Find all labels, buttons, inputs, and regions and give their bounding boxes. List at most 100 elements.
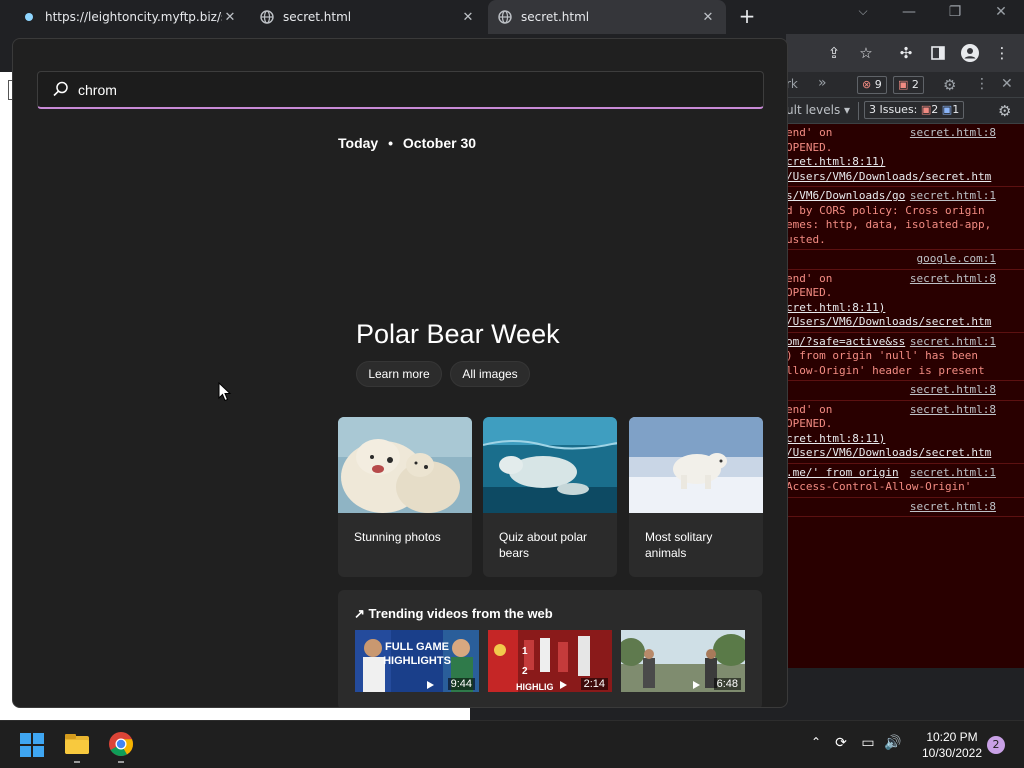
console-link[interactable]: /Users/VM6/Downloads/secret.htm <box>786 315 991 330</box>
all-images-button[interactable]: All images <box>450 361 530 387</box>
close-window-button[interactable]: ✕ <box>986 4 1016 20</box>
log-levels-dropdown[interactable]: ult levels ▾ <box>786 103 850 117</box>
console-link[interactable]: .me/' from origin <box>786 466 899 481</box>
notification-badge[interactable]: 2 <box>987 736 1005 754</box>
console-entry: s/VM6/Downloads/go secret.html:1 d by CORS… <box>786 187 1024 250</box>
console-source-link[interactable]: secret.html:8 <box>905 126 996 141</box>
trending-title-text: Trending videos from the web <box>368 606 553 621</box>
tab-title: https://leightoncity.myftp.biz/sec <box>45 10 222 24</box>
console-line: om/?safe=active&ss secret.html:1 <box>786 334 1024 350</box>
tab-secret-1[interactable]: secret.html ✕ <box>250 0 486 34</box>
console-line: google.com:1 <box>786 252 1024 267</box>
console-text: usted. <box>786 232 826 246</box>
console-text: ) from origin 'null' has been <box>786 349 979 362</box>
video-thumbnail[interactable]: 6:48 <box>621 630 745 692</box>
console-link[interactable]: /Users/VM6/Downloads/secret.htm <box>786 446 991 461</box>
console-link[interactable]: cret.html:8:11) <box>786 301 885 316</box>
console-line: secret.html:8 <box>786 383 1024 398</box>
console-source-link[interactable]: secret.html:8 <box>905 271 996 286</box>
console-line: secret.html:8 <box>786 499 1024 514</box>
console-line: end' on secret.html:8 <box>786 126 1024 141</box>
console-line: cret.html:8:11) <box>786 432 1024 447</box>
close-devtools-icon[interactable]: ✕ <box>1001 76 1013 92</box>
console-text: OPENED. <box>786 417 833 430</box>
video-duration: 9:44 <box>447 678 475 690</box>
search-box[interactable] <box>37 71 764 109</box>
menu-icon[interactable]: ⋮ <box>992 43 1012 63</box>
sync-status-icon[interactable]: ⟳ <box>831 735 851 751</box>
sidepanel-icon[interactable] <box>928 43 948 63</box>
console-source-link[interactable]: secret.html:1 <box>905 465 996 480</box>
console-line: end' on secret.html:8 <box>786 402 1024 417</box>
console-source-link[interactable]: secret.html:1 <box>905 189 996 204</box>
search-input[interactable] <box>78 78 728 102</box>
console-source-link[interactable]: secret.html:8 <box>905 402 996 417</box>
warning-count-badge[interactable]: ▣ 2 <box>893 76 924 94</box>
video-thumbnail[interactable]: 1 2 HIGHLIG 2:14 <box>488 630 612 692</box>
console-line: emes: http, data, isolated-app, <box>786 218 1024 233</box>
profile-icon[interactable] <box>960 43 980 63</box>
headline: Polar Bear Week <box>356 319 560 349</box>
volume-icon[interactable]: 🔊 <box>883 735 903 751</box>
more-tabs-button[interactable]: » <box>818 75 827 91</box>
close-tab-icon[interactable]: ✕ <box>460 10 476 25</box>
start-menu: Today • October 30 Polar Bear Week Learn… <box>12 38 788 708</box>
card-solitary-animals[interactable]: Most solitary animals <box>629 417 763 577</box>
learn-more-button[interactable]: Learn more <box>356 361 442 387</box>
date-value: October 30 <box>402 135 477 151</box>
console-source-link[interactable]: secret.html:8 <box>905 499 996 514</box>
console-line: OPENED. <box>786 286 1024 301</box>
tab-secret-2[interactable]: secret.html ✕ <box>488 0 726 34</box>
tab-search-chevron-icon[interactable]: ⌵ <box>848 4 878 19</box>
console-text: Access-Control-Allow-Origin' <box>786 480 972 493</box>
console-line: s/VM6/Downloads/go secret.html:1 <box>786 189 1024 204</box>
video-thumbnail[interactable]: FULL GAME HIGHLIGHTS 9:44 <box>355 630 479 692</box>
message-icon: ▣ <box>898 78 909 91</box>
tab-leightoncity[interactable]: https://leightoncity.myftp.biz/sec ✕ <box>12 0 248 34</box>
console-source-link[interactable]: secret.html:1 <box>905 334 996 349</box>
console-link[interactable]: /Users/VM6/Downloads/secret.htm <box>786 170 991 185</box>
system-clock[interactable]: 10:20 PM 10/30/2022 <box>914 729 990 761</box>
console-entry: .me/' from origin secret.html:1 Access-Con… <box>786 464 1024 498</box>
console-settings-gear-icon[interactable]: ⚙ <box>998 102 1011 120</box>
console-link[interactable]: s/VM6/Downloads/go <box>786 189 905 204</box>
console-line: /Users/VM6/Downloads/secret.htm <box>786 170 1024 185</box>
thumbnail-overlay-text: FULL GAME <box>385 641 449 653</box>
restore-button[interactable]: ❐ <box>940 4 970 20</box>
console-line: .me/' from origin secret.html:1 <box>786 465 1024 481</box>
globe-icon <box>260 10 274 24</box>
console-text: d by CORS policy: Cross origin <box>786 203 985 217</box>
star-icon[interactable]: ☆ <box>856 43 876 63</box>
error-count-badge[interactable]: ⊗ 9 <box>857 76 887 94</box>
console-text: end' on <box>786 271 833 285</box>
file-explorer-icon[interactable] <box>64 731 90 757</box>
windows-start-icon[interactable] <box>20 733 44 757</box>
card-caption: Most solitary animals <box>645 530 713 560</box>
puzzle-icon[interactable]: ✣ <box>896 43 916 63</box>
close-tab-icon[interactable]: ✕ <box>700 10 716 25</box>
minimize-button[interactable]: — <box>894 4 924 20</box>
settings-gear-icon[interactable]: ⚙ <box>943 76 956 94</box>
console-link[interactable]: om/?safe=active&ss <box>786 335 905 350</box>
card-caption: Stunning photos <box>354 530 441 544</box>
close-tab-icon[interactable]: ✕ <box>222 10 238 25</box>
svg-text:2: 2 <box>522 666 528 677</box>
card-stunning-photos[interactable]: Stunning photos <box>338 417 472 577</box>
running-indicator <box>118 761 124 763</box>
show-hidden-icons-chevron-icon[interactable]: ⌃ <box>806 735 826 749</box>
devtools-menu-icon[interactable]: ⋮ <box>975 76 989 92</box>
chrome-icon[interactable] <box>108 731 134 757</box>
console-line: cret.html:8:11) <box>786 155 1024 170</box>
issues-button[interactable]: 3 Issues: ▣2 ▣1 <box>864 101 965 119</box>
share-icon[interactable]: ⇪ <box>824 43 844 63</box>
console-entry: end' on secret.html:8 OPENED. cret.html:8:… <box>786 124 1024 187</box>
trending-title: ↗ Trending videos from the web <box>354 606 553 622</box>
console-source-link[interactable]: secret.html:8 <box>905 383 996 398</box>
console-link[interactable]: cret.html:8:11) <box>786 432 885 447</box>
display-icon[interactable]: ▭ <box>858 735 878 751</box>
console-source-link[interactable]: google.com:1 <box>912 252 996 267</box>
card-quiz-polar-bears[interactable]: Quiz about polar bears <box>483 417 617 577</box>
console-link[interactable]: cret.html:8:11) <box>786 155 885 170</box>
new-tab-button[interactable]: + <box>736 6 758 28</box>
globe-icon <box>498 10 512 24</box>
